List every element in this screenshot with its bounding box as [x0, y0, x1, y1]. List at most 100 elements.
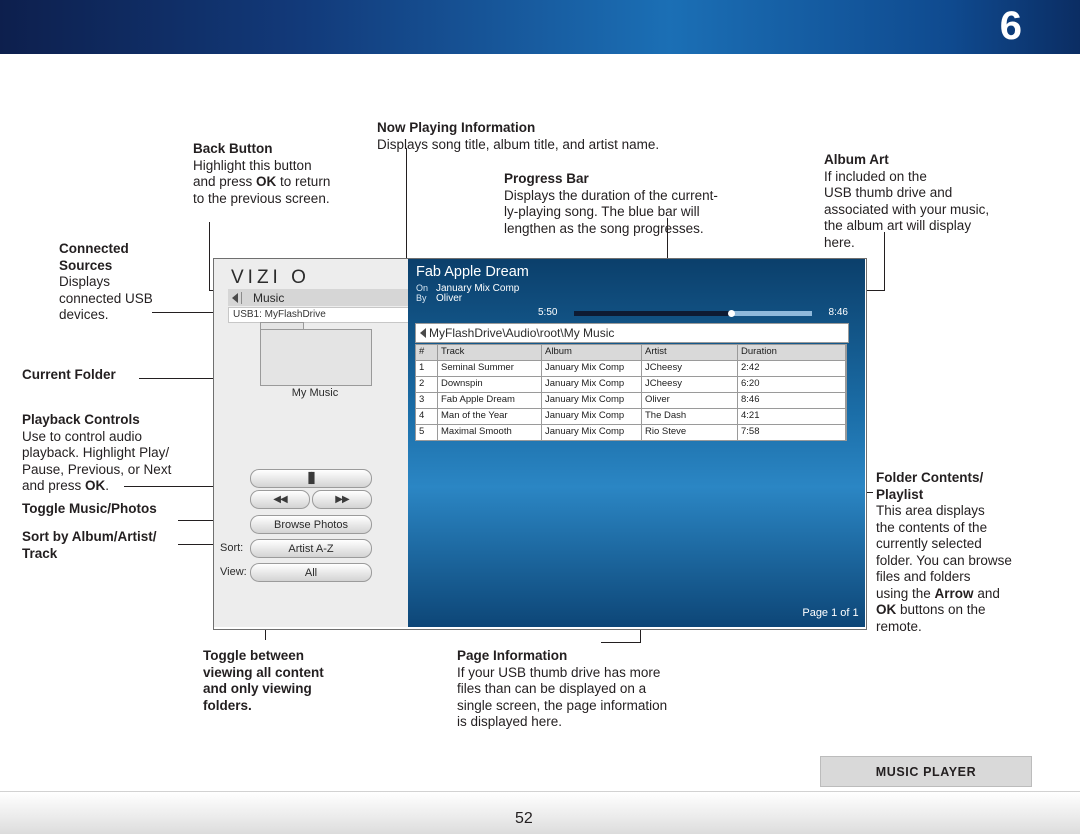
now-playing-song: Fab Apple Dream [416, 264, 529, 280]
annotation-album-art-line4: the album art will display [824, 218, 972, 233]
annotation-back-button-ok: OK [256, 174, 277, 189]
back-button[interactable]: Music [228, 289, 408, 306]
annotation-page-information-line3: single screen, the page information [457, 697, 668, 713]
annotation-toggle-view: Toggle between viewing all content and o… [203, 648, 413, 714]
table-header-cell: Artist [642, 345, 738, 360]
folder-icon [260, 329, 372, 386]
previous-button[interactable]: ◀◀ [250, 490, 310, 509]
annotation-folder-contents-line6c: and [973, 585, 1000, 601]
next-icon: ▶▶ [335, 494, 349, 505]
annotation-page-information-line4: is displayed here. [457, 714, 563, 729]
tv-right-panel: Fab Apple Dream On January Mix Comp By O… [408, 259, 865, 627]
annotation-album-art-line3: associated with your music, [824, 201, 990, 217]
table-cell: Rio Steve [642, 425, 738, 440]
divider [241, 291, 242, 304]
annotation-connected-sources-title2: Sources [59, 257, 113, 273]
annotation-now-playing-body: Displays song title, album title, and ar… [377, 136, 660, 152]
table-row[interactable]: 1 Seminal Summer January Mix Comp JCheesy 2:… [415, 361, 847, 377]
annotation-folder-contents-line5: files and folders [876, 569, 971, 584]
annotation-progress-bar-title: Progress Bar [504, 171, 589, 186]
current-folder-label: My Music [291, 387, 339, 399]
tv-left-panel: VIZI O Music USB1: MyFlashDrive My Music… [214, 259, 414, 627]
annotation-back-button-line2c: to return [276, 174, 331, 189]
leader-album-art-v [884, 232, 885, 290]
annotation-back-button-line1: Highlight this button [193, 157, 312, 173]
annotation-current-folder-title: Current Folder [22, 367, 116, 382]
path-text: MyFlashDrive\Audio\root\My Music [429, 326, 615, 340]
tv-screen: VIZI O Music USB1: MyFlashDrive My Music… [213, 258, 867, 630]
annotation-toggle-music-photos-title: Toggle Music/Photos [22, 501, 157, 516]
table-cell: Fab Apple Dream [438, 393, 542, 408]
leader-now-playing-v [406, 148, 407, 268]
pause-icon: ▐▌ [304, 473, 318, 484]
table-row[interactable]: 3 Fab Apple Dream January Mix Comp Oliver 8:… [415, 393, 847, 409]
annotation-current-folder: Current Folder [22, 367, 202, 384]
sort-select[interactable]: Artist A-Z [250, 539, 372, 558]
annotation-folder-contents-line6a: using the [876, 585, 935, 601]
progress-knob[interactable] [728, 310, 736, 317]
file-table[interactable]: # Track Album Artist Duration 1 Seminal Summer… [415, 344, 847, 441]
footer-band [0, 791, 1080, 834]
annotation-folder-contents-line1: This area displays [876, 503, 985, 518]
table-cell: 6:20 [738, 377, 846, 392]
table-cell: 7:58 [738, 425, 846, 440]
leader-back-button-v [209, 222, 210, 290]
annotation-progress-bar-line1: Displays the duration of the current- [504, 187, 718, 203]
table-cell: January Mix Comp [542, 393, 642, 408]
table-cell: January Mix Comp [542, 361, 642, 376]
annotation-album-art-line2: USB thumb drive and [824, 185, 953, 200]
page-number: 52 [515, 810, 533, 827]
annotation-connected-sources-title1: Connected [59, 241, 129, 256]
table-cell: JCheesy [642, 377, 738, 392]
annotation-album-art-line1: If included on the [824, 168, 927, 184]
annotation-progress-bar: Progress Bar Displays the duration of th… [504, 171, 804, 237]
annotation-page-information: Page Information If your USB thumb drive… [457, 648, 757, 731]
view-select[interactable]: All [250, 563, 372, 582]
annotation-back-button-title: Back Button [193, 141, 273, 156]
annotation-back-button-line3: to the previous screen. [193, 190, 330, 206]
annotation-toggle-view-line4: folders. [203, 697, 252, 713]
browse-photos-button[interactable]: Browse Photos [250, 515, 372, 534]
connected-source-item[interactable]: USB1: MyFlashDrive [228, 307, 414, 323]
annotation-progress-bar-line3: lengthen as the song progresses. [504, 220, 704, 236]
play-pause-button[interactable]: ▐▌ [250, 469, 372, 488]
progress-bar[interactable]: 5:50 8:46 [538, 307, 848, 319]
annotation-toggle-view-line3: and only viewing [203, 681, 312, 696]
path-breadcrumb[interactable]: MyFlashDrive\Audio\root\My Music [415, 323, 849, 343]
annotation-back-button: Back Button Highlight this button and pr… [193, 141, 373, 207]
annotation-folder-contents-title1: Folder Contents/ [876, 470, 984, 485]
table-header-cell: Track [438, 345, 542, 360]
page-info-label: Page 1 of 1 [802, 607, 859, 619]
annotation-toggle-view-line1: Toggle between [203, 648, 305, 663]
table-cell: 8:46 [738, 393, 846, 408]
annotation-page-information-line1: If your USB thumb drive has more [457, 664, 661, 680]
leader-connected-h [152, 312, 222, 313]
annotation-album-art: Album Art If included on the USB thumb d… [824, 152, 1044, 251]
annotation-playback-controls: Playback Controls Use to control audio p… [22, 412, 212, 495]
now-playing-on-label: On [416, 283, 429, 293]
annotation-toggle-view-line2: viewing all content [203, 664, 324, 680]
progress-track[interactable] [574, 310, 812, 317]
table-cell: 1 [416, 361, 438, 376]
table-row[interactable]: 5 Maximal Smooth January Mix Comp Rio Steve… [415, 425, 847, 441]
table-cell: January Mix Comp [542, 377, 642, 392]
annotation-folder-contents-arrow: Arrow [934, 585, 974, 601]
previous-icon: ◀◀ [273, 494, 287, 505]
table-cell: 2 [416, 377, 438, 392]
table-row[interactable]: 4 Man of the Year January Mix Comp The Dash… [415, 409, 847, 425]
vizio-logo: VIZI O [231, 267, 310, 288]
annotation-folder-contents-line4: folder. You can browse [876, 552, 1012, 568]
annotation-sort-by-title2: Track [22, 545, 58, 561]
next-button[interactable]: ▶▶ [312, 490, 372, 509]
now-playing-artist: Oliver [436, 293, 463, 304]
table-header-cell: Duration [738, 345, 846, 360]
table-row[interactable]: 2 Downspin January Mix Comp JCheesy 6:20 [415, 377, 847, 393]
annotation-connected-sources-line2: connected USB [59, 290, 153, 306]
table-header-cell: # [416, 345, 438, 360]
table-cell: 5 [416, 425, 438, 440]
annotation-connected-sources-line1: Displays [59, 274, 111, 289]
annotation-now-playing-title: Now Playing Information [377, 120, 536, 135]
annotation-album-art-line5: here. [824, 234, 855, 250]
sort-label: Sort: [220, 542, 244, 554]
annotation-playback-controls-ok: OK [85, 478, 106, 493]
